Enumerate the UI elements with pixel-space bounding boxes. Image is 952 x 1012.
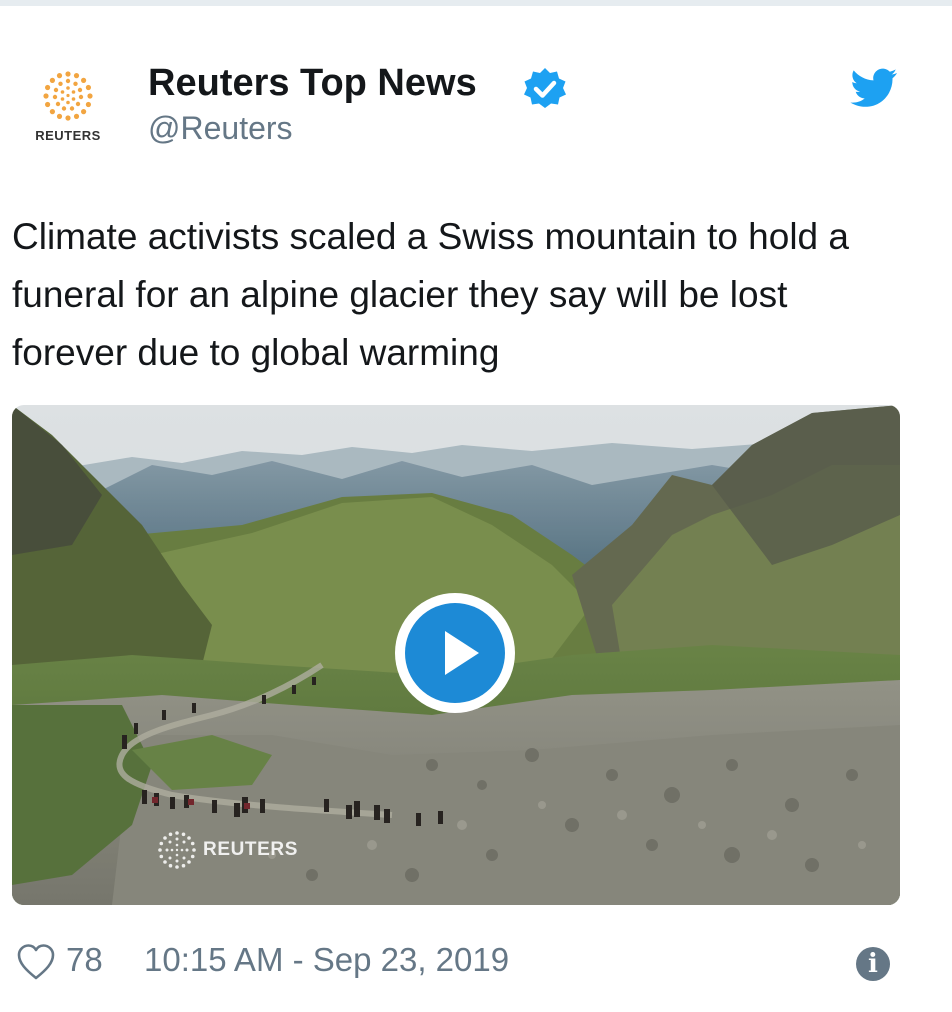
info-icon-glyph: i [868,949,878,979]
display-name[interactable]: Reuters Top News [148,62,477,105]
tweet-text: Climate activists scaled a Swiss mountai… [12,216,849,373]
video-player[interactable]: REUTERS [12,405,900,905]
video-watermark: REUTERS [157,830,298,870]
tweet-header: REUTERS Reuters Top News @Reuters [0,0,952,180]
watermark-label: REUTERS [203,839,298,860]
info-icon[interactable]: i [856,947,890,981]
reuters-avatar[interactable]: REUTERS [22,70,114,156]
heart-icon[interactable] [16,943,56,981]
user-handle[interactable]: @Reuters [148,110,293,147]
reuters-watermark-icon [158,831,196,869]
verified-badge-icon [524,68,566,108]
play-icon [445,631,479,675]
reuters-logo-word: REUTERS [35,128,101,143]
twitter-bird-icon[interactable] [850,68,898,108]
play-button-circle [405,603,505,703]
like-count: 78 [66,941,103,978]
tweet-timestamp[interactable]: 10:15 AM - Sep 23, 2019 [144,941,509,979]
reuters-logo-icon [43,71,93,121]
play-button[interactable] [395,593,515,713]
tweet-footer: 78 10:15 AM - Sep 23, 2019 i [0,935,952,995]
